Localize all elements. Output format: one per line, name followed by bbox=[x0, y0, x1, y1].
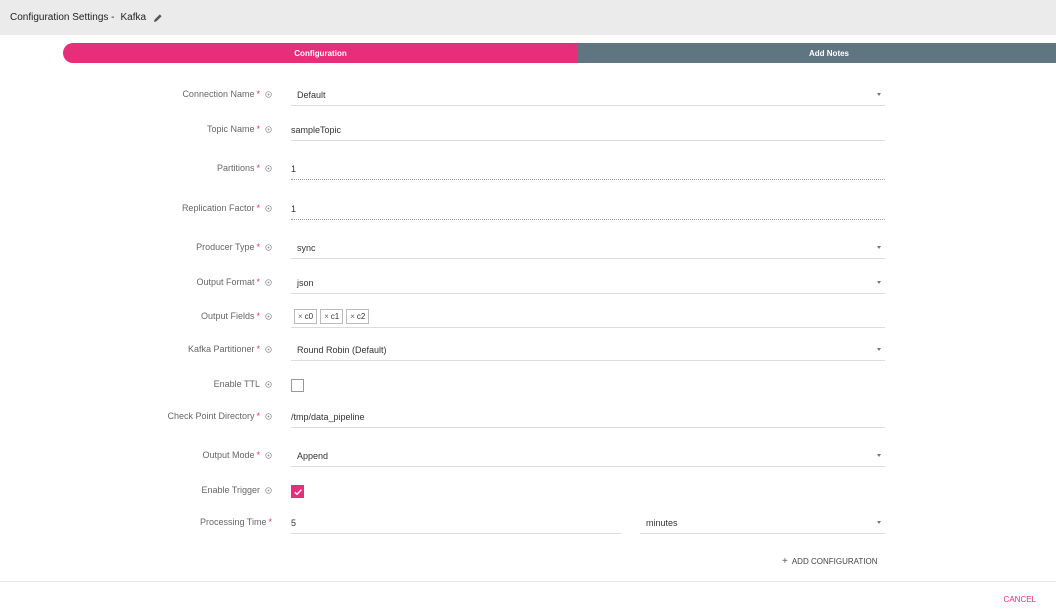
add-configuration-label: ADD CONFIGURATION bbox=[791, 557, 878, 566]
kafka-partitioner-row: Kafka Partitioner * Round Robin (Default) bbox=[0, 339, 1056, 363]
info-icon bbox=[265, 412, 272, 420]
processing-time-value: 5 bbox=[291, 517, 297, 528]
processing-time-label: Processing Time * bbox=[199, 517, 272, 527]
enable-ttl-label: Enable TTL bbox=[214, 379, 272, 389]
kafka-partitioner-label: Kafka Partitioner * bbox=[188, 344, 272, 354]
processing-time-unit-value: minutes bbox=[646, 517, 678, 528]
partitions-label: Partitions * bbox=[217, 163, 272, 173]
step-add-notes[interactable]: Add Notes bbox=[572, 43, 1056, 63]
connection-name-select[interactable]: Default bbox=[291, 84, 885, 106]
enable-trigger-label: Enable Trigger bbox=[201, 485, 272, 495]
footer-divider bbox=[0, 581, 1056, 582]
checkpoint-directory-row: Check Point Directory * /tmp/data_pipelin… bbox=[0, 406, 1056, 430]
enable-trigger-checkbox[interactable] bbox=[291, 485, 304, 498]
chip-label: c2 bbox=[356, 312, 366, 321]
dropdown-caret-icon bbox=[877, 521, 881, 524]
entity-name: Kafka bbox=[120, 12, 147, 23]
enable-ttl-checkbox[interactable] bbox=[291, 379, 304, 392]
producer-type-label: Producer Type * bbox=[196, 242, 272, 252]
producer-type-row: Producer Type * sync bbox=[0, 237, 1056, 261]
topic-name-row: Topic Name * sampleTopic bbox=[0, 119, 1056, 143]
info-icon bbox=[265, 380, 272, 388]
step-configuration[interactable]: Configuration bbox=[63, 43, 578, 63]
enable-ttl-row: Enable TTL bbox=[0, 374, 1056, 398]
processing-time-row: Processing Time * 5 minutes bbox=[0, 512, 1056, 536]
chip-label: c0 bbox=[304, 312, 314, 321]
checkpoint-directory-input[interactable]: /tmp/data_pipeline bbox=[291, 406, 885, 428]
field-chip[interactable]: × c2 bbox=[346, 309, 370, 324]
info-icon bbox=[265, 164, 272, 172]
info-icon bbox=[265, 125, 272, 133]
remove-chip-icon[interactable]: × bbox=[324, 312, 329, 321]
dropdown-caret-icon bbox=[877, 348, 881, 351]
partitions-row: Partitions * 1 bbox=[0, 158, 1056, 182]
kafka-partitioner-value: Round Robin (Default) bbox=[297, 344, 387, 355]
remove-chip-icon[interactable]: × bbox=[350, 312, 355, 321]
checkpoint-directory-label: Check Point Directory * bbox=[167, 411, 272, 421]
stepper: Add Notes Configuration bbox=[63, 43, 1056, 63]
checkpoint-directory-value: /tmp/data_pipeline bbox=[291, 411, 365, 422]
field-chip[interactable]: × c1 bbox=[320, 309, 344, 324]
remove-chip-icon[interactable]: × bbox=[298, 312, 303, 321]
producer-type-select[interactable]: sync bbox=[291, 237, 885, 259]
info-icon bbox=[265, 312, 272, 320]
chip-label: c1 bbox=[330, 312, 340, 321]
topic-name-value: sampleTopic bbox=[291, 124, 342, 135]
page-title: Configuration Settings - bbox=[10, 12, 115, 23]
output-mode-label: Output Mode * bbox=[202, 450, 272, 460]
dropdown-caret-icon bbox=[877, 454, 881, 457]
topic-name-label: Topic Name * bbox=[207, 124, 272, 134]
step-arrow bbox=[572, 43, 578, 63]
header-bar: Configuration Settings - Kafka bbox=[0, 0, 1056, 35]
step-add-notes-label: Add Notes bbox=[809, 48, 849, 58]
replication-factor-input[interactable]: 1 bbox=[291, 198, 885, 220]
output-format-value: json bbox=[297, 277, 314, 288]
replication-factor-label: Replication Factor * bbox=[182, 203, 272, 213]
output-format-label: Output Format * bbox=[196, 277, 272, 287]
info-icon bbox=[265, 278, 272, 286]
output-mode-value: Append bbox=[297, 450, 329, 461]
plus-icon: + bbox=[782, 556, 788, 567]
info-icon bbox=[265, 345, 272, 353]
connection-name-row: Connection Name * Default bbox=[0, 84, 1056, 108]
info-icon bbox=[265, 90, 272, 98]
dropdown-caret-icon bbox=[877, 246, 881, 249]
cancel-button[interactable]: CANCEL bbox=[1004, 595, 1036, 604]
replication-factor-row: Replication Factor * 1 bbox=[0, 198, 1056, 222]
add-configuration-button[interactable]: + ADD CONFIGURATION bbox=[782, 556, 877, 567]
partitions-input[interactable]: 1 bbox=[291, 158, 885, 180]
connection-name-label: Connection Name * bbox=[182, 89, 272, 99]
processing-time-input[interactable]: 5 bbox=[291, 512, 621, 534]
output-mode-row: Output Mode * Append bbox=[0, 445, 1056, 469]
enable-trigger-row: Enable Trigger bbox=[0, 480, 1056, 504]
pencil-icon[interactable] bbox=[153, 12, 164, 23]
output-format-select[interactable]: json bbox=[291, 272, 885, 294]
producer-type-value: sync bbox=[297, 242, 316, 253]
field-chip[interactable]: × c0 bbox=[294, 309, 318, 324]
info-icon bbox=[265, 486, 272, 494]
output-format-row: Output Format * json bbox=[0, 272, 1056, 296]
step-configuration-label: Configuration bbox=[294, 48, 347, 58]
output-fields-row: Output Fields * × c0 × c1 × c2 bbox=[0, 306, 1056, 330]
info-icon bbox=[265, 243, 272, 251]
partitions-value: 1 bbox=[291, 163, 297, 174]
connection-name-value: Default bbox=[297, 89, 326, 100]
processing-time-unit-select[interactable]: minutes bbox=[640, 512, 885, 534]
info-icon bbox=[265, 451, 272, 459]
info-icon bbox=[265, 204, 272, 212]
output-mode-select[interactable]: Append bbox=[291, 445, 885, 467]
topic-name-input[interactable]: sampleTopic bbox=[291, 119, 885, 141]
output-fields-multiselect[interactable]: × c0 × c1 × c2 bbox=[291, 306, 885, 328]
checkmark-icon bbox=[294, 489, 302, 496]
kafka-partitioner-select[interactable]: Round Robin (Default) bbox=[291, 339, 885, 361]
dropdown-caret-icon bbox=[877, 93, 881, 96]
dropdown-caret-icon bbox=[877, 281, 881, 284]
output-fields-label: Output Fields * bbox=[201, 311, 272, 321]
replication-factor-value: 1 bbox=[291, 203, 297, 214]
